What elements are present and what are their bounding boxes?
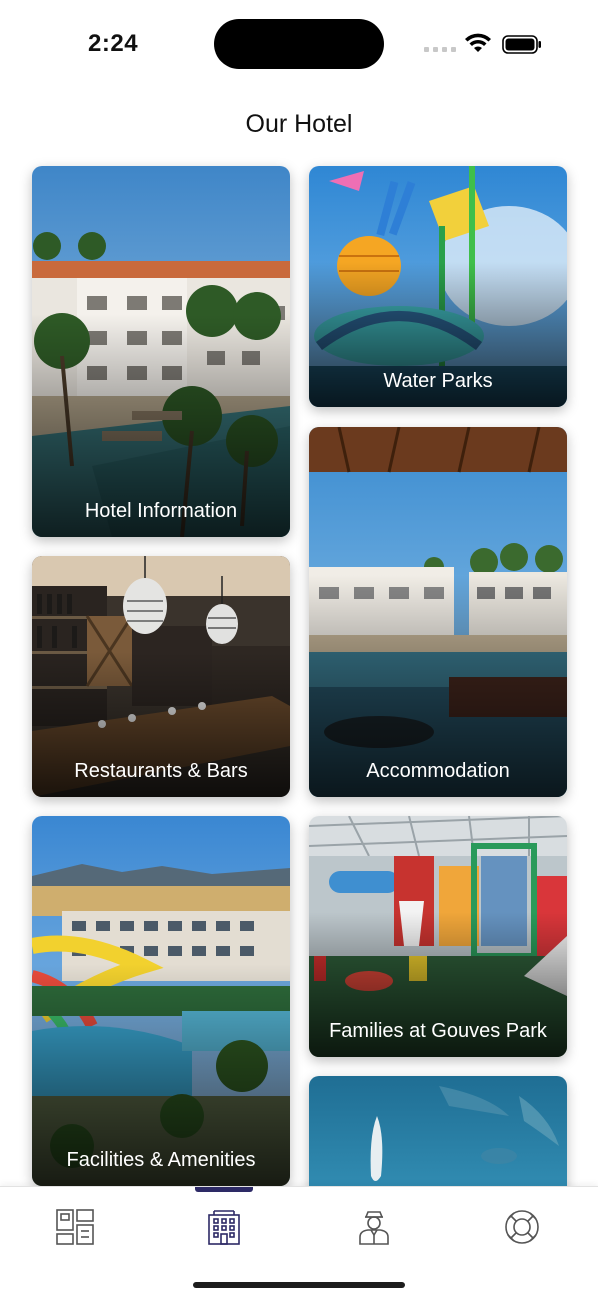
underwater-card[interactable] bbox=[309, 1076, 567, 1186]
facilities-amenities-card[interactable]: Facilities & Amenities bbox=[32, 816, 290, 1186]
facilities-amenities-label: Facilities & Amenities bbox=[66, 1149, 256, 1171]
category-grid: Hotel Information Water Parks Restaurant… bbox=[0, 0, 598, 1186]
home-indicator[interactable] bbox=[193, 1282, 405, 1288]
lifebuoy-icon bbox=[505, 1210, 539, 1244]
restaurants-bars-label: Restaurants & Bars bbox=[74, 760, 248, 782]
water-parks-label: Water Parks bbox=[383, 370, 493, 392]
dashboard-grid-icon bbox=[56, 1209, 94, 1245]
water-parks-card[interactable]: Water Parks bbox=[309, 166, 567, 407]
accommodation-label: Accommodation bbox=[366, 760, 510, 782]
hotel-building-icon bbox=[208, 1210, 240, 1245]
tab-concierge[interactable] bbox=[350, 1203, 398, 1251]
selected-tab-indicator bbox=[195, 1187, 253, 1192]
families-card[interactable]: Families at Gouves Park bbox=[309, 816, 567, 1057]
concierge-staff-icon bbox=[359, 1211, 389, 1245]
restaurants-bars-card[interactable]: Restaurants & Bars bbox=[32, 556, 290, 797]
underwater-image bbox=[309, 1076, 567, 1186]
hotel-information-label: Hotel Information bbox=[84, 500, 238, 522]
tab-hotel[interactable] bbox=[200, 1203, 248, 1251]
tab-dashboard[interactable] bbox=[51, 1203, 99, 1251]
accommodation-card[interactable]: Accommodation bbox=[309, 427, 567, 797]
hotel-information-card[interactable]: Hotel Information bbox=[32, 166, 290, 537]
families-label: Families at Gouves Park bbox=[329, 1020, 547, 1042]
tab-support[interactable] bbox=[498, 1203, 546, 1251]
